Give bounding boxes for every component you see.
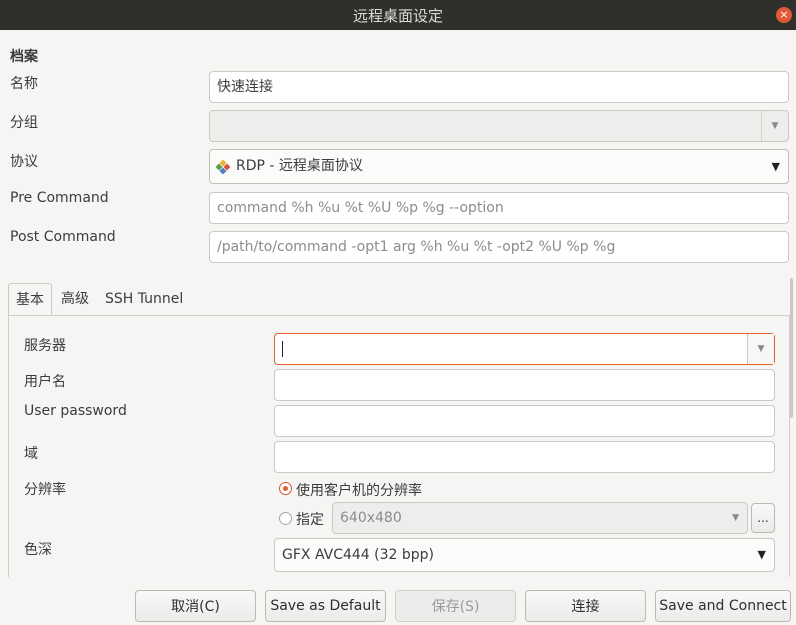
save-and-connect-button[interactable]: Save and Connect <box>655 590 791 622</box>
pre-command-placeholder: command %h %u %t %U %p %g --option <box>217 200 504 216</box>
group-combo[interactable]: ▼ <box>209 110 789 142</box>
profile-section-label: 档案 <box>10 49 38 65</box>
connect-button[interactable]: 连接 <box>525 590 646 622</box>
cancel-button[interactable]: 取消(C) <box>135 590 256 622</box>
resolution-client-option[interactable]: 使用客户机的分辨率 <box>296 480 422 500</box>
window-title: 远程桌面设定 <box>352 6 443 25</box>
post-command-placeholder: /path/to/command -opt1 arg %h %u %t -opt… <box>217 239 616 255</box>
resolution-more-button[interactable]: ... <box>751 503 775 533</box>
scrollbar-thumb[interactable] <box>790 278 793 418</box>
chevron-down-icon[interactable]: ▼ <box>761 111 788 141</box>
protocol-label: 协议 <box>10 154 38 170</box>
tab-basic[interactable]: 基本 <box>8 283 52 315</box>
scrollbar[interactable] <box>790 278 793 418</box>
tab-ssh-tunnel[interactable]: SSH Tunnel <box>98 283 190 315</box>
domain-field[interactable] <box>274 441 775 473</box>
name-value: 快速连接 <box>217 79 273 95</box>
post-command-label: Post Command <box>10 229 116 245</box>
chevron-down-icon[interactable]: ▼ <box>732 503 739 533</box>
tab-advanced[interactable]: 高级 <box>54 283 96 315</box>
password-field[interactable] <box>274 405 775 437</box>
server-label: 服务器 <box>24 338 66 354</box>
username-label: 用户名 <box>24 374 66 390</box>
window-titlebar: 远程桌面设定 × <box>0 0 796 30</box>
save-button[interactable]: 保存(S) <box>395 590 516 622</box>
chevron-down-icon[interactable]: ▼ <box>758 539 766 571</box>
resolution-custom-option[interactable]: 指定 <box>296 509 324 529</box>
name-label: 名称 <box>10 76 38 92</box>
username-field[interactable] <box>274 369 775 401</box>
protocol-combo[interactable]: RDP - 远程桌面协议 ▼ <box>209 149 789 184</box>
name-field[interactable]: 快速连接 <box>209 71 789 103</box>
domain-label: 域 <box>24 446 38 462</box>
pre-command-label: Pre Command <box>10 190 109 206</box>
text-cursor <box>282 341 283 357</box>
close-icon[interactable]: × <box>776 7 792 23</box>
resolution-custom-combo[interactable]: 640x480 ▼ <box>332 502 748 534</box>
password-label: User password <box>24 403 127 419</box>
resolution-label: 分辨率 <box>24 482 66 498</box>
save-as-default-button[interactable]: Save as Default <box>265 590 386 622</box>
resolution-custom-radio[interactable] <box>279 512 292 525</box>
color-depth-label: 色深 <box>24 542 52 558</box>
rdp-protocol-icon <box>216 160 230 174</box>
protocol-value: RDP - 远程桌面协议 <box>236 158 363 174</box>
chevron-down-icon[interactable]: ▼ <box>747 334 774 364</box>
pre-command-field[interactable]: command %h %u %t %U %p %g --option <box>209 192 789 224</box>
color-depth-combo[interactable]: GFX AVC444 (32 bpp) ▼ <box>274 538 775 572</box>
chevron-down-icon[interactable]: ▼ <box>772 150 780 183</box>
post-command-field[interactable]: /path/to/command -opt1 arg %h %u %t -opt… <box>209 231 789 263</box>
resolution-custom-value: 640x480 <box>340 510 402 526</box>
color-depth-value: GFX AVC444 (32 bpp) <box>282 547 434 563</box>
server-combo[interactable]: ▼ <box>274 333 775 365</box>
group-label: 分组 <box>10 115 38 131</box>
resolution-client-radio[interactable] <box>279 482 292 495</box>
